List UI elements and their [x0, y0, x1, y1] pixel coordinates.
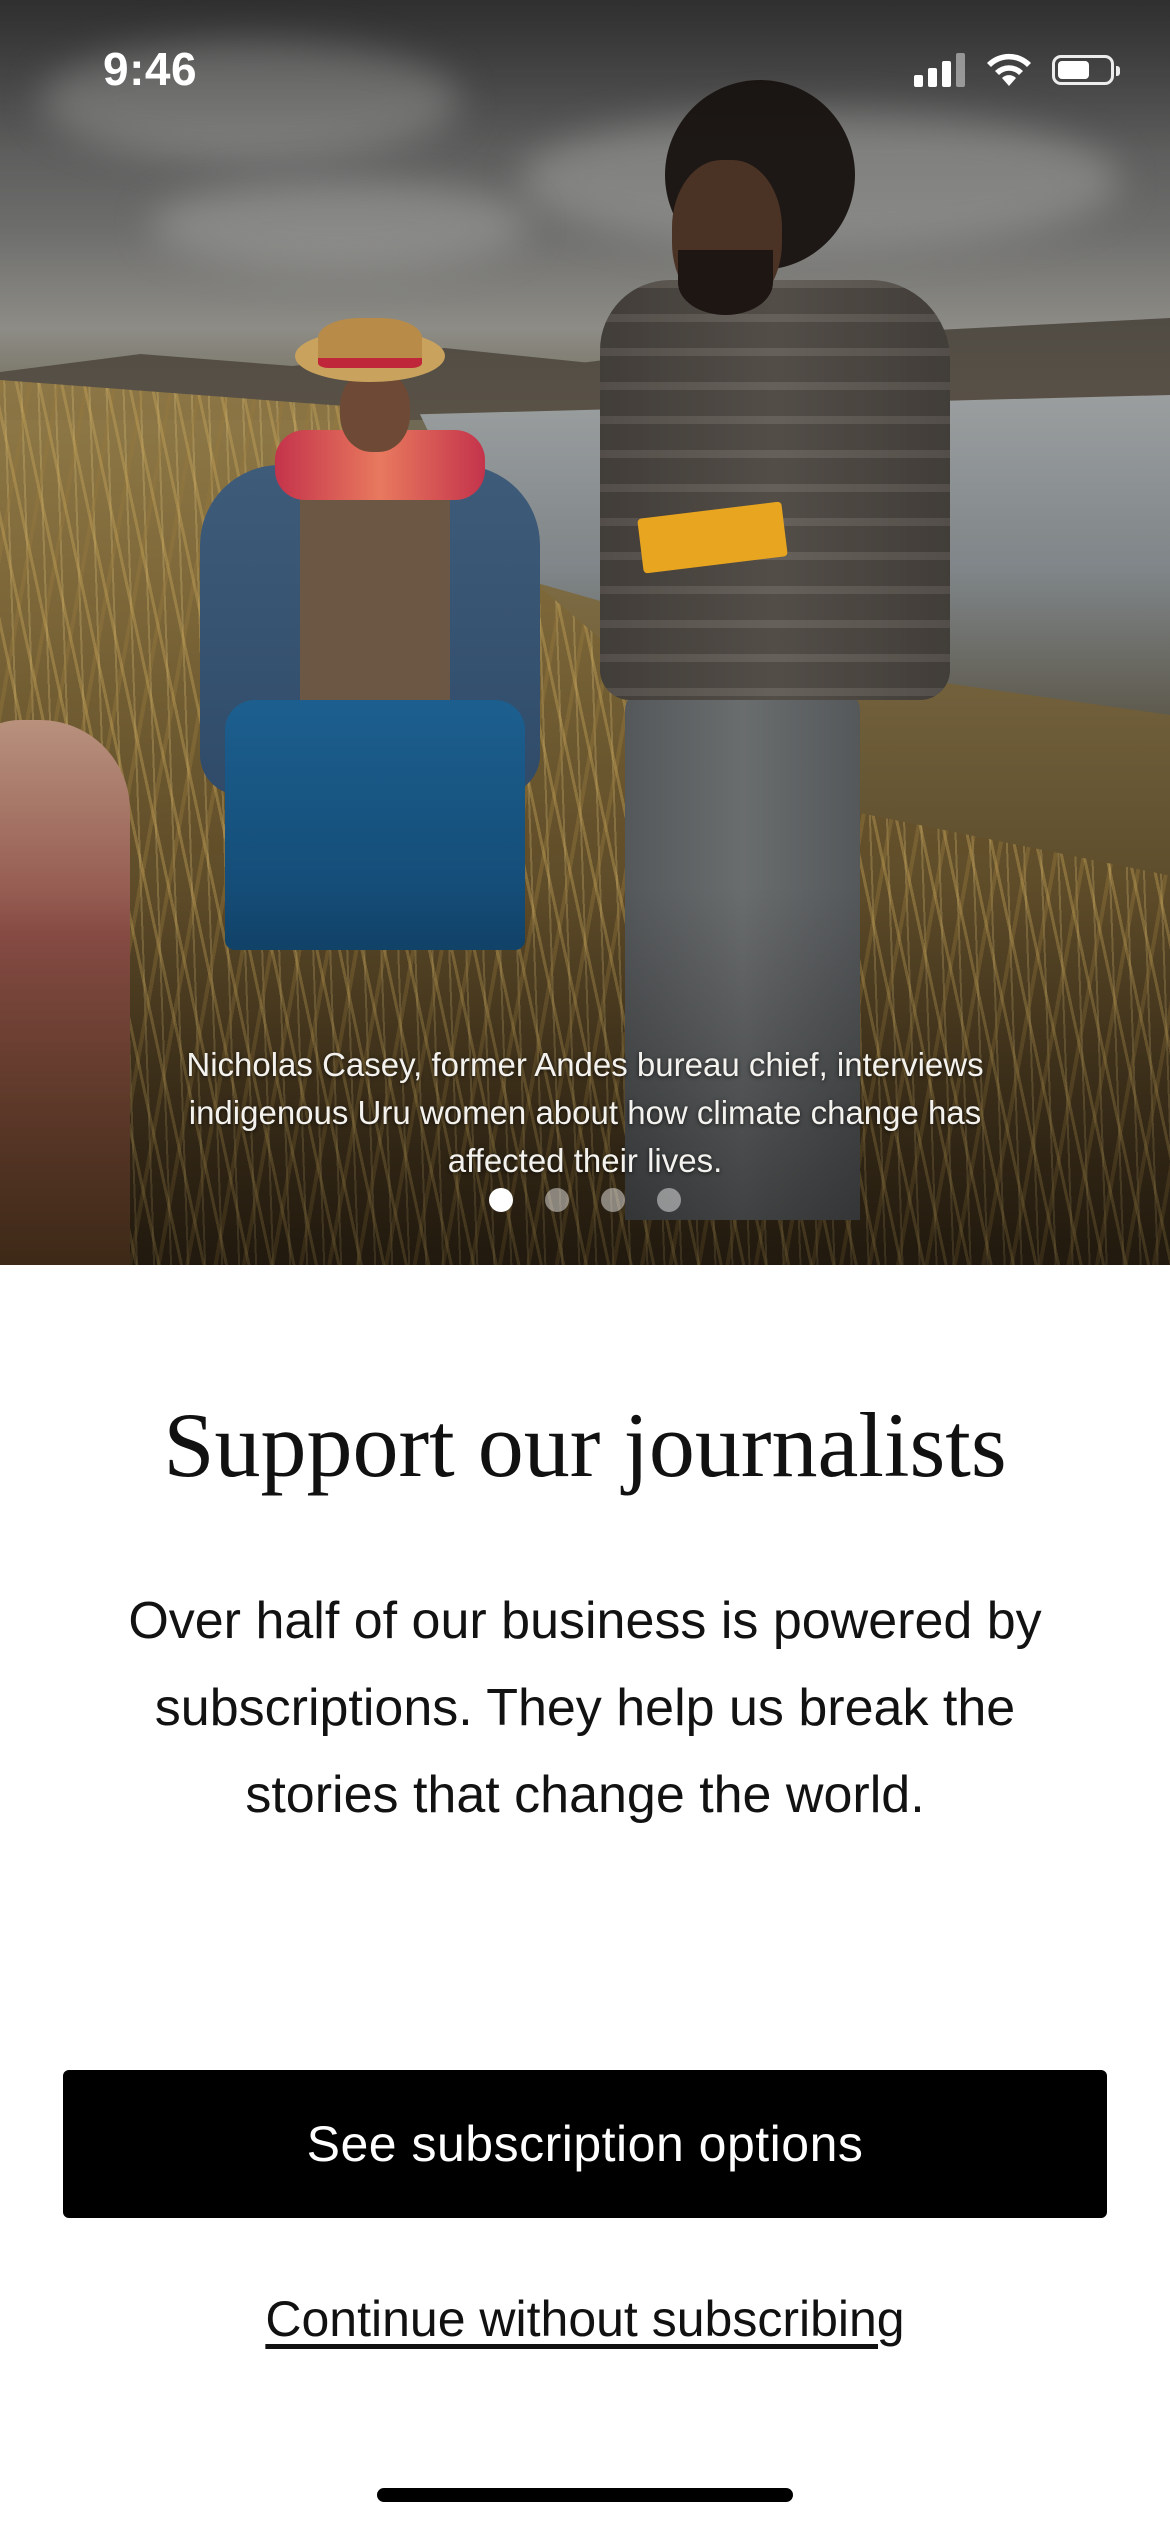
page-title: Support our journalists [163, 1394, 1007, 1496]
status-bar-time: 9:46 [103, 43, 198, 95]
battery-icon [1052, 55, 1120, 85]
carousel-dot-1[interactable] [489, 1188, 513, 1212]
carousel-dot-4[interactable] [657, 1188, 681, 1212]
home-indicator[interactable] [377, 2488, 793, 2502]
status-bar-icons [914, 52, 1120, 88]
carousel-page-indicator[interactable] [0, 1188, 1170, 1212]
see-subscription-options-button[interactable]: See subscription options [63, 2070, 1107, 2218]
cellular-signal-icon [914, 53, 966, 87]
hero-photo: Nicholas Casey, former Andes bureau chie… [0, 0, 1170, 1265]
body-description: Over half of our business is powered by … [128, 1592, 1042, 1824]
wifi-icon [987, 53, 1031, 86]
carousel-dot-2[interactable] [545, 1188, 569, 1212]
carousel-dot-3[interactable] [601, 1188, 625, 1212]
subscription-onboarding-screen: Nicholas Casey, former Andes bureau chie… [0, 0, 1170, 2532]
photo-caption: Nicholas Casey, former Andes bureau chie… [186, 1046, 984, 1179]
continue-without-subscribing-link[interactable]: Continue without subscribing [0, 2290, 1170, 2348]
